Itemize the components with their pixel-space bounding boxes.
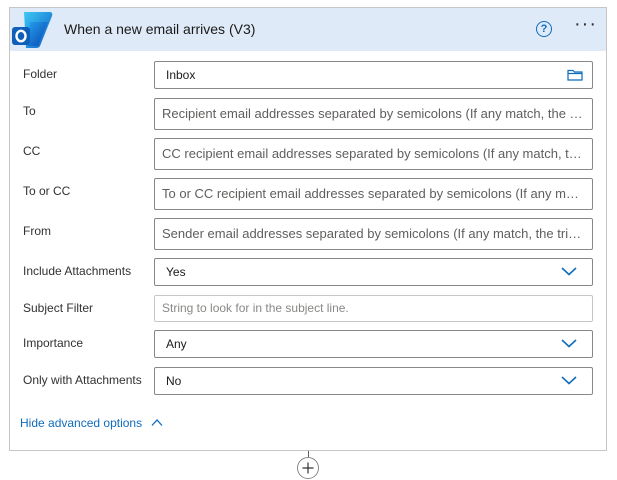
to-input[interactable]: Recipient email addresses separated by s… [154, 98, 593, 130]
subject-filter-input[interactable]: String to look for in the subject line. [154, 295, 593, 322]
include-attachments-label: Include Attachments [23, 264, 132, 278]
from-placeholder: Sender email addresses separated by semi… [162, 226, 584, 241]
importance-label: Importance [23, 336, 84, 350]
from-label: From [23, 224, 51, 238]
folder-label: Folder [23, 67, 58, 81]
trigger-card: When a new email arrives (V3) ? ··· Fold… [9, 7, 607, 451]
to-label: To [23, 104, 36, 118]
chevron-up-icon[interactable] [151, 418, 163, 427]
cc-input[interactable]: CC recipient email addresses separated b… [154, 138, 593, 170]
cc-label: CC [23, 144, 41, 158]
only-with-attachments-label: Only with Attachments [23, 373, 142, 387]
folder-icon[interactable] [567, 69, 583, 81]
include-attachments-dropdown[interactable]: Yes [154, 258, 593, 286]
folder-value: Inbox [166, 68, 196, 82]
folder-field[interactable]: Inbox [154, 61, 593, 89]
help-icon[interactable]: ? [536, 21, 552, 37]
chevron-down-icon [561, 339, 577, 348]
subject-filter-label: Subject Filter [23, 301, 94, 315]
more-options-icon[interactable]: ··· [574, 13, 597, 36]
add-step-button[interactable] [297, 457, 319, 479]
hide-advanced-options-link[interactable]: Hide advanced options [20, 416, 142, 430]
to-placeholder: Recipient email addresses separated by s… [162, 106, 584, 121]
chevron-down-icon [561, 267, 577, 276]
chevron-down-icon [561, 376, 577, 385]
to-or-cc-input[interactable]: To or CC recipient email addresses separ… [154, 178, 593, 210]
plus-icon [302, 462, 314, 474]
importance-dropdown[interactable]: Any [154, 330, 593, 358]
to-or-cc-label: To or CC [23, 184, 71, 198]
only-with-attachments-value: No [166, 374, 182, 388]
to-or-cc-placeholder: To or CC recipient email addresses separ… [162, 186, 584, 201]
card-title: When a new email arrives (V3) [64, 21, 256, 37]
only-with-attachments-dropdown[interactable]: No [154, 367, 593, 395]
cc-placeholder: CC recipient email addresses separated b… [162, 146, 584, 161]
importance-value: Any [166, 337, 187, 351]
from-input[interactable]: Sender email addresses separated by semi… [154, 218, 593, 250]
outlook-icon [12, 12, 53, 48]
card-header[interactable]: When a new email arrives (V3) ? ··· [10, 8, 606, 51]
include-attachments-value: Yes [166, 265, 186, 279]
subject-filter-placeholder: String to look for in the subject line. [162, 301, 349, 315]
